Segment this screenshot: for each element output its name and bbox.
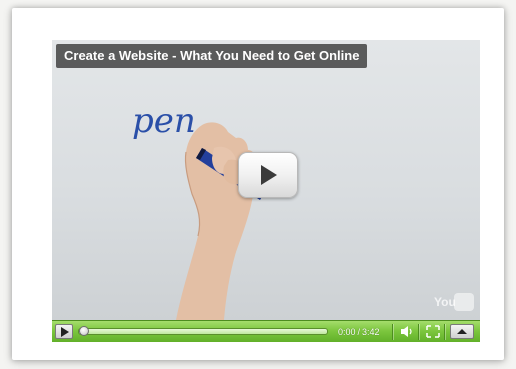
fullscreen-icon <box>426 325 440 338</box>
control-divider <box>392 324 393 340</box>
big-play-icon <box>261 165 277 185</box>
video-display[interactable]: pen Create a Website - What You Need to … <box>52 40 480 320</box>
popout-icon <box>457 329 467 334</box>
play-icon <box>61 327 69 337</box>
watermark-tube-badge <box>454 293 474 311</box>
control-divider <box>418 324 419 340</box>
seek-bar[interactable] <box>78 326 328 336</box>
control-bar: 0:00/3:42 <box>52 320 480 342</box>
control-divider <box>444 324 445 340</box>
big-play-button[interactable] <box>238 152 298 198</box>
time-display: 0:00/3:42 <box>338 325 380 339</box>
duration: 3:42 <box>362 327 380 337</box>
video-title[interactable]: Create a Website - What You Need to Get … <box>56 44 368 68</box>
fullscreen-button[interactable] <box>424 324 442 339</box>
volume-button[interactable] <box>398 324 416 339</box>
video-player: pen Create a Website - What You Need to … <box>52 40 480 342</box>
current-time: 0:00 <box>338 327 356 337</box>
popout-button[interactable] <box>450 324 474 339</box>
youtube-watermark[interactable]: You <box>434 292 474 312</box>
whiteboard-text: pen <box>132 101 196 141</box>
watermark-you-text: You <box>434 295 456 309</box>
seek-handle[interactable] <box>79 326 89 336</box>
play-button[interactable] <box>55 324 73 339</box>
volume-icon <box>401 326 412 337</box>
